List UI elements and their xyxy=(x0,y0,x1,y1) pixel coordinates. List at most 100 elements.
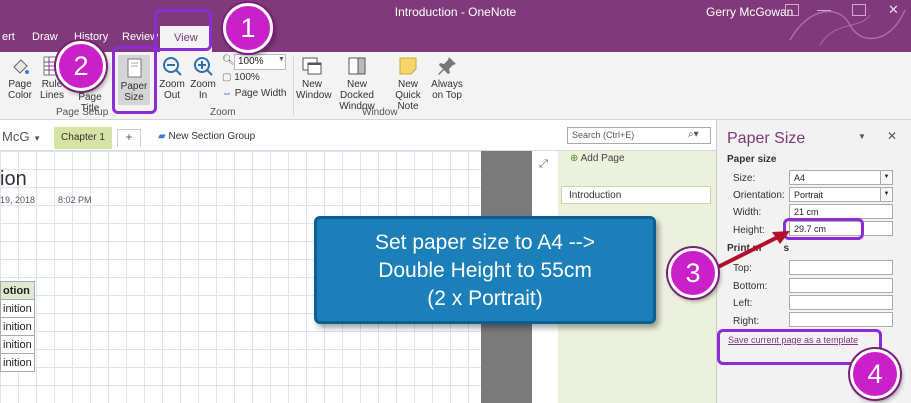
paint-bucket-icon xyxy=(13,59,29,74)
pin-icon xyxy=(438,57,456,75)
section-tab-chapter-1[interactable]: Chapter 1 xyxy=(54,127,112,149)
page-date: 19, 2018 xyxy=(0,195,36,205)
chevron-down-icon: ▼ xyxy=(33,134,41,143)
table-cell[interactable]: otion xyxy=(0,281,35,300)
ribbon-divider xyxy=(293,56,294,116)
width-field[interactable]: 21 cm xyxy=(789,204,893,219)
docked-window-icon xyxy=(348,57,366,75)
pane-title: Paper Size xyxy=(727,130,806,147)
width-label: Width: xyxy=(733,207,762,218)
right-margin-field[interactable] xyxy=(789,312,893,327)
page-width-button[interactable]: ⇔ Page Width xyxy=(222,88,288,99)
minimize-icon[interactable] xyxy=(817,10,831,12)
bottom-margin-label: Bottom: xyxy=(733,281,768,292)
step-3-badge: 3 xyxy=(668,248,718,298)
size-select[interactable]: A4 xyxy=(789,170,893,185)
always-on-top-button[interactable]: Always on Top xyxy=(430,55,464,101)
highlight-paper-size xyxy=(112,46,157,114)
new-section-group-button[interactable]: ▰ New Section Group xyxy=(158,131,255,142)
left-margin-label: Left: xyxy=(733,298,753,309)
page-color-label: Page Color xyxy=(8,79,32,101)
zoom-dropdown-icon: ▼ xyxy=(278,56,285,63)
zoom-out-icon xyxy=(163,57,182,76)
highlight-height-field xyxy=(783,218,864,240)
step-4-badge: 4 xyxy=(850,349,900,399)
highlight-view-tab xyxy=(154,9,212,51)
zoom-out-label: Zoom Out xyxy=(159,79,185,101)
table-row: inition xyxy=(0,299,35,318)
search-icon: ⌕▾ xyxy=(688,129,699,140)
print-margins-heading: Print m s xyxy=(727,243,789,254)
always-on-top-label: Always on Top xyxy=(431,79,463,101)
expand-icon[interactable]: ⤢ xyxy=(539,158,548,171)
hundred-percent-icon: ▢ xyxy=(222,72,235,83)
title-bar: Introduction - OneNote Gerry McGowan ✕ e… xyxy=(0,0,911,52)
new-window-button[interactable]: New Window xyxy=(296,55,332,101)
close-icon[interactable]: ✕ xyxy=(888,2,899,18)
callout-line-3: (2 x Portrait) xyxy=(427,287,543,310)
table-row: otion xyxy=(0,281,35,300)
page-time: 8:02 PM xyxy=(58,195,92,205)
add-section-button[interactable]: + xyxy=(117,129,141,147)
size-value: A4 xyxy=(794,173,806,183)
zoom-in-icon xyxy=(194,57,213,76)
pane-options-icon[interactable]: ▼ xyxy=(858,132,866,141)
table-row: inition xyxy=(0,335,35,354)
zoom-100-label: 100% xyxy=(234,72,260,83)
page-width-label: Page Width xyxy=(234,88,287,99)
ribbon-display-icon[interactable] xyxy=(785,4,799,16)
page-title[interactable]: ion xyxy=(0,168,27,191)
print-margins-end: s xyxy=(783,243,790,254)
close-pane-icon[interactable]: ✕ xyxy=(887,129,897,143)
notebook-name-label: McG xyxy=(2,129,30,144)
zoom-in-label: Zoom In xyxy=(190,79,216,101)
zoom-out-button[interactable]: Zoom Out xyxy=(157,55,187,101)
print-margins-start: Print m xyxy=(727,243,762,254)
user-name[interactable]: Gerry McGowan xyxy=(706,5,793,19)
orientation-label: Orientation: xyxy=(733,190,785,201)
height-label: Height: xyxy=(733,225,765,236)
section-group-icon: ▰ xyxy=(158,131,169,142)
top-margin-field[interactable] xyxy=(789,260,893,275)
callout-line-2: Double Height to 55cm xyxy=(378,259,592,282)
tab-review[interactable]: Review xyxy=(122,31,158,43)
group-window: Window xyxy=(362,107,398,118)
new-docked-window-button[interactable]: New Docked Window xyxy=(331,55,383,112)
top-margin-label: Top: xyxy=(733,263,752,274)
step-2-badge: 2 xyxy=(56,41,106,91)
new-quick-note-button[interactable]: New Quick Note xyxy=(386,55,430,112)
tab-insert[interactable]: ert xyxy=(2,31,15,43)
notebook-bar: McG ▼ Chapter 1 + ▰ New Section Group Se… xyxy=(0,120,716,151)
plus-circle-icon: ⊕ xyxy=(570,153,581,164)
new-window-icon xyxy=(302,57,322,75)
table-cell[interactable]: inition xyxy=(0,317,35,336)
right-margin-label: Right: xyxy=(733,316,760,327)
notebook-name[interactable]: McG ▼ xyxy=(2,129,41,144)
table-cell[interactable]: inition xyxy=(0,299,35,318)
table-row: inition xyxy=(0,317,35,336)
page-table[interactable]: otion inition inition inition inition xyxy=(0,281,35,372)
maximize-icon[interactable] xyxy=(852,4,866,16)
callout-line-1: Set paper size to A4 --> xyxy=(374,231,596,254)
zoom-100-button[interactable]: ▢ 100% xyxy=(222,72,282,83)
instruction-callout: Set paper size to A4 --> Double Height t… xyxy=(314,216,656,324)
bottom-margin-field[interactable] xyxy=(789,278,893,293)
zoom-small-icon: 🔍︎ xyxy=(222,55,235,66)
orientation-value: Portrait xyxy=(794,190,824,200)
new-window-label: New Window xyxy=(296,79,332,101)
new-quick-note-label: New Quick Note xyxy=(395,79,421,112)
step-1-badge: 1 xyxy=(223,3,273,53)
orientation-select[interactable]: Portrait xyxy=(789,187,893,202)
list-item[interactable]: Introduction xyxy=(561,186,711,204)
add-page-label: Add Page xyxy=(580,153,625,164)
zoom-in-button[interactable]: Zoom In xyxy=(188,55,218,101)
sticky-note-icon xyxy=(399,57,417,75)
add-page-button[interactable]: ⊕ Add Page xyxy=(570,153,625,164)
left-margin-field[interactable] xyxy=(789,295,893,310)
table-cell[interactable]: inition xyxy=(0,353,35,372)
page-color-button[interactable]: Page Color xyxy=(4,55,36,101)
size-label: Size: xyxy=(733,173,756,184)
group-page-setup: Page Setup xyxy=(56,107,109,118)
tab-draw[interactable]: Draw xyxy=(32,31,58,43)
table-cell[interactable]: inition xyxy=(0,335,35,354)
